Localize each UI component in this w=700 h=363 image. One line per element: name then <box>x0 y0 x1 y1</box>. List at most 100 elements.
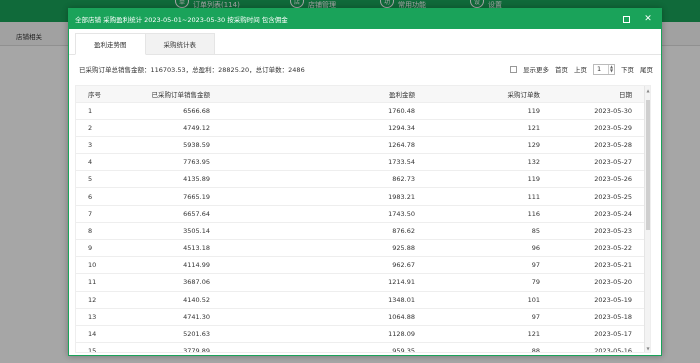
cell-profit: 1128.09 <box>216 325 421 344</box>
cell-date: 2023-05-26 <box>546 170 646 189</box>
scroll-down-icon[interactable]: ▼ <box>645 346 650 352</box>
cell-profit: 1743.50 <box>216 205 421 223</box>
cell-sales: 3505.14 <box>121 222 216 241</box>
cell-index: 10 <box>76 256 121 275</box>
cell-index: 2 <box>76 119 121 137</box>
cell-sales: 3687.06 <box>121 273 216 292</box>
cell-orders: 119 <box>421 102 546 120</box>
cell-date: 2023-05-25 <box>546 187 646 206</box>
cell-date: 2023-05-29 <box>546 119 646 137</box>
col-header-profit[interactable]: 盈利金额 <box>216 86 421 103</box>
cell-date: 2023-05-23 <box>546 222 646 241</box>
table-row[interactable]: 13 4741.30 1064.88 97 2023-05-18 <box>76 308 646 326</box>
cell-orders: 97 <box>421 256 546 275</box>
summary-row: 已采购订单总销售金额：116703.53，总盈利：28825.20，总订单数：2… <box>69 58 661 80</box>
spinner-down-icon[interactable]: ▼ <box>609 68 614 74</box>
table-row[interactable]: 4 7763.95 1733.54 132 2023-05-27 <box>76 153 646 172</box>
cell-sales: 5938.59 <box>121 136 216 155</box>
cell-profit: 1064.88 <box>216 308 421 326</box>
cell-profit: 1733.54 <box>216 153 421 172</box>
cell-date: 2023-05-24 <box>546 205 646 223</box>
cell-index: 15 <box>76 342 121 352</box>
cell-orders: 119 <box>421 170 546 189</box>
table-row[interactable]: 8 3505.14 876.62 85 2023-05-23 <box>76 222 646 241</box>
table-row[interactable]: 12 4140.52 1348.01 101 2023-05-19 <box>76 291 646 309</box>
cell-profit: 1264.78 <box>216 136 421 155</box>
col-header-orders[interactable]: 采购订单数 <box>421 86 546 103</box>
dialog-title: 全部店铺 采购盈利统计 2023-05-01~2023-05-30 按采购时间 … <box>75 16 288 24</box>
stats-table-container: 序号 已采购订单销售金额 盈利金额 采购订单数 日期 1 6566.68 1760.… <box>75 85 651 353</box>
cell-sales: 4513.18 <box>121 239 216 258</box>
tab-purchase-stats[interactable]: 采购统计表 <box>145 33 215 55</box>
table-row[interactable]: 1 6566.68 1760.48 119 2023-05-30 <box>76 102 646 120</box>
close-button[interactable]: ✕ <box>643 14 653 24</box>
table-row[interactable]: 3 5938.59 1264.78 129 2023-05-28 <box>76 136 646 155</box>
cell-orders: 116 <box>421 205 546 223</box>
cell-date: 2023-05-22 <box>546 239 646 258</box>
tab-profit-trend[interactable]: 盈利走势图 <box>75 33 146 55</box>
cell-orders: 121 <box>421 119 546 137</box>
table-row[interactable]: 11 3687.06 1214.91 79 2023-05-20 <box>76 273 646 292</box>
cell-profit: 959.35 <box>216 342 421 352</box>
cell-orders: 121 <box>421 325 546 344</box>
profit-stats-dialog: 全部店铺 采购盈利统计 2023-05-01~2023-05-30 按采购时间 … <box>68 8 662 356</box>
table-row[interactable]: 2 4749.12 1294.34 121 2023-05-29 <box>76 119 646 137</box>
show-more-checkbox[interactable] <box>510 65 517 73</box>
cell-index: 1 <box>76 102 121 120</box>
cell-index: 12 <box>76 291 121 309</box>
page-number-value: 1 <box>597 65 602 73</box>
cell-date: 2023-05-28 <box>546 136 646 155</box>
cell-sales: 4749.12 <box>121 119 216 137</box>
maximize-button[interactable] <box>621 14 631 24</box>
table-row[interactable]: 10 4114.99 962.67 97 2023-05-21 <box>76 256 646 275</box>
cell-date: 2023-05-21 <box>546 256 646 275</box>
prev-page-link[interactable]: 上页 <box>574 64 587 74</box>
cell-sales: 7763.95 <box>121 153 216 172</box>
cell-date: 2023-05-18 <box>546 308 646 326</box>
cell-index: 4 <box>76 153 121 172</box>
cell-orders: 79 <box>421 273 546 292</box>
cell-sales: 6657.64 <box>121 205 216 223</box>
show-more-label[interactable]: 显示更多 <box>523 64 549 74</box>
first-page-link[interactable]: 首页 <box>555 64 568 74</box>
cell-sales: 4114.99 <box>121 256 216 275</box>
cell-orders: 101 <box>421 291 546 309</box>
col-header-sales[interactable]: 已采购订单销售金额 <box>121 86 216 103</box>
scrollbar-thumb[interactable] <box>646 100 650 230</box>
col-header-date[interactable]: 日期 <box>546 86 646 103</box>
cell-orders: 97 <box>421 308 546 326</box>
cell-orders: 129 <box>421 136 546 155</box>
cell-index: 3 <box>76 136 121 155</box>
cell-orders: 88 <box>421 342 546 352</box>
table-row[interactable]: 5 4135.89 862.73 119 2023-05-26 <box>76 170 646 189</box>
dialog-title-bar: 全部店铺 采购盈利统计 2023-05-01~2023-05-30 按采购时间 … <box>69 9 661 29</box>
cell-orders: 85 <box>421 222 546 241</box>
cell-orders: 132 <box>421 153 546 172</box>
close-icon: ✕ <box>644 14 652 24</box>
tab-bar: 盈利走势图 采购统计表 <box>69 33 661 55</box>
pager: 显示更多 首页 上页 1 ▲ ▼ 下页 尾页 <box>510 63 653 75</box>
table-row[interactable]: 7 6657.64 1743.50 116 2023-05-24 <box>76 205 646 223</box>
next-page-link[interactable]: 下页 <box>621 64 634 74</box>
table-row[interactable]: 15 3779.89 959.35 88 2023-05-16 <box>76 342 646 352</box>
col-header-index[interactable]: 序号 <box>76 86 121 103</box>
maximize-icon <box>622 15 630 23</box>
cell-date: 2023-05-19 <box>546 291 646 309</box>
table-row[interactable]: 14 5201.63 1128.09 121 2023-05-17 <box>76 325 646 344</box>
scroll-up-icon[interactable]: ▲ <box>645 88 650 94</box>
cell-date: 2023-05-27 <box>546 153 646 172</box>
last-page-link[interactable]: 尾页 <box>640 64 653 74</box>
cell-index: 6 <box>76 187 121 206</box>
table-scrollbar[interactable]: ▲ ▼ <box>644 86 650 352</box>
cell-profit: 1983.21 <box>216 187 421 206</box>
page-spinner[interactable]: ▲ ▼ <box>608 64 614 74</box>
cell-sales: 4135.89 <box>121 170 216 189</box>
cell-sales: 7665.19 <box>121 187 216 206</box>
cell-index: 14 <box>76 325 121 344</box>
cell-index: 7 <box>76 205 121 223</box>
page-number-input[interactable]: 1 ▲ ▼ <box>593 63 615 75</box>
table-row[interactable]: 9 4513.18 925.88 96 2023-05-22 <box>76 239 646 258</box>
cell-sales: 4741.30 <box>121 308 216 326</box>
table-row[interactable]: 6 7665.19 1983.21 111 2023-05-25 <box>76 187 646 206</box>
cell-profit: 1348.01 <box>216 291 421 309</box>
